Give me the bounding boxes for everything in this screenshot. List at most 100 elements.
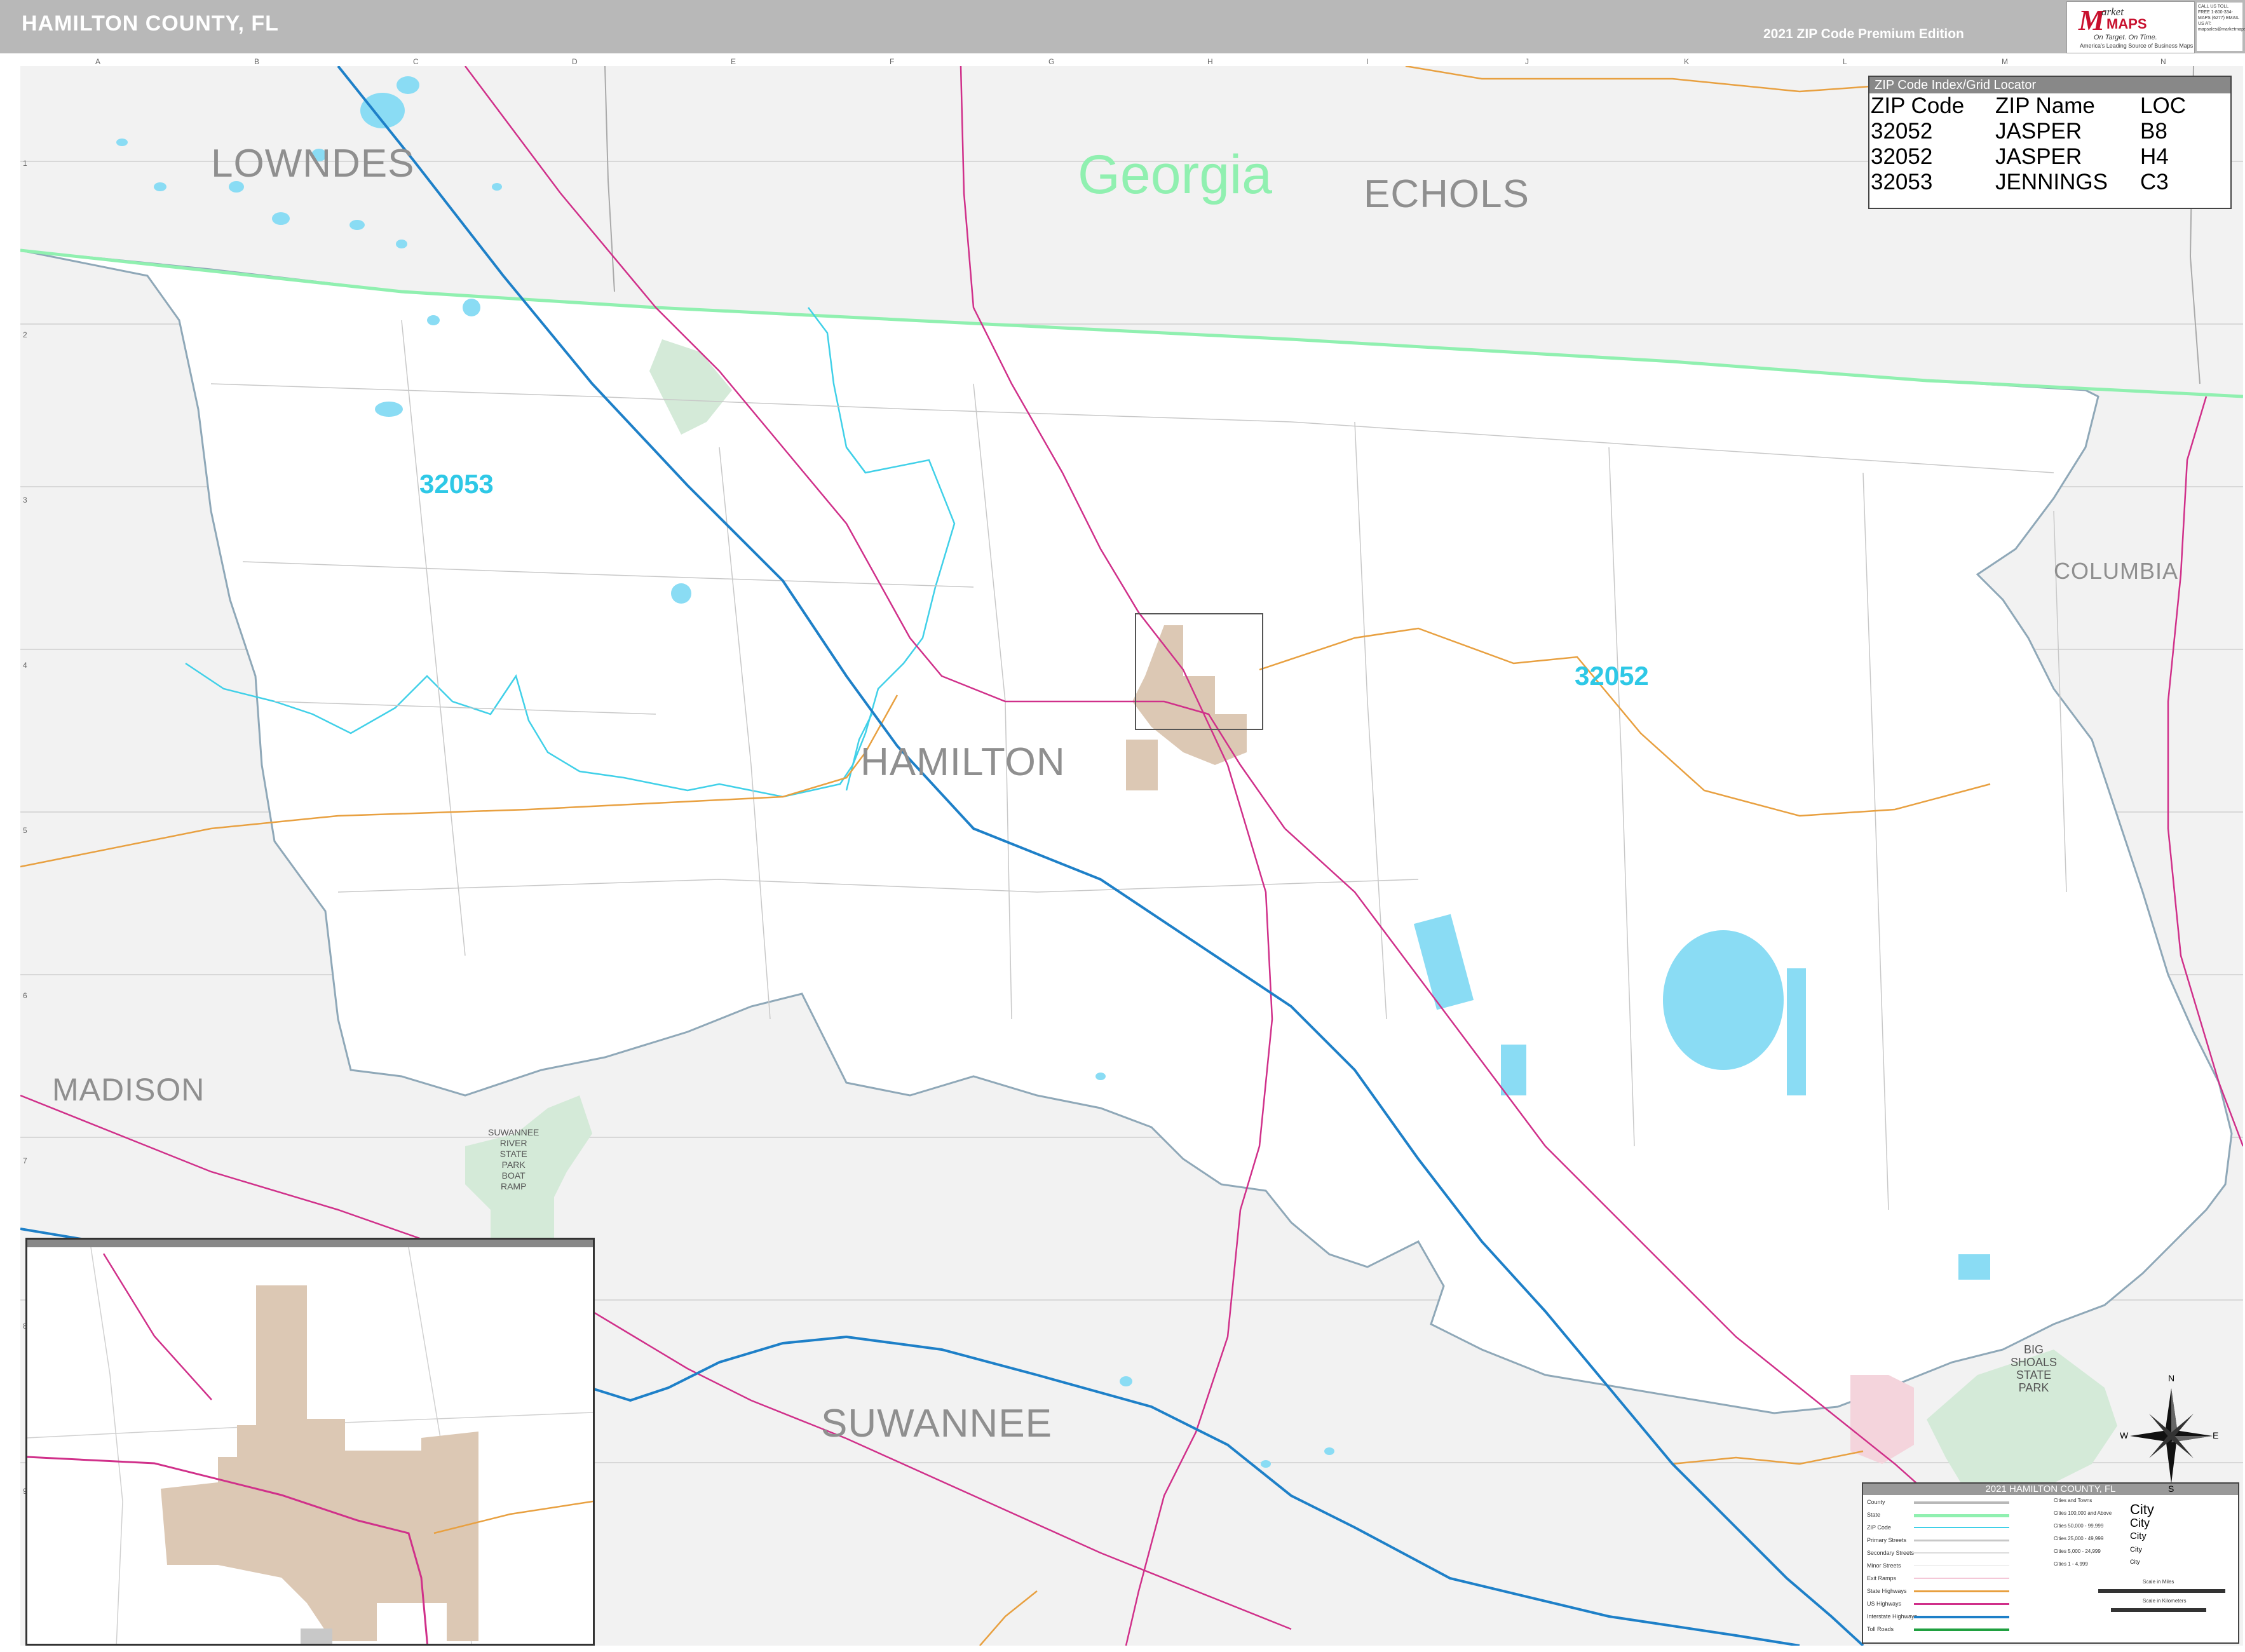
jasper-inset-map[interactable]	[25, 1238, 595, 1646]
legend-city-sample: City	[2130, 1517, 2150, 1529]
grid-col-f: F	[890, 57, 895, 66]
park-text-line: SHOALS	[2011, 1356, 2058, 1369]
zip-index-header: LOC	[2140, 93, 2186, 118]
legend-swatch-zip	[1914, 1527, 2009, 1528]
grid-col-a: A	[95, 57, 101, 66]
legend-scale-miles: Scale in Miles	[2143, 1579, 2174, 1585]
inset-svg	[27, 1247, 593, 1644]
legend-city-class: Cities 50,000 - 99,999	[2054, 1523, 2104, 1529]
market-maps-logo[interactable]: M arket MAPS On Target. On Time. America…	[2066, 1, 2195, 53]
grid-row-7: 7	[23, 1156, 27, 1165]
grid-col-g: G	[1048, 57, 1055, 66]
table-row: 32052 JASPER H4	[1871, 144, 2190, 170]
edition-label: 2021 ZIP Code Premium Edition	[1763, 27, 1964, 41]
park-text-line: SUWANNEE	[488, 1127, 539, 1137]
county-label-lowndes: LOWNDES	[211, 142, 415, 186]
zip-loc-cell: C3	[2140, 170, 2169, 194]
grid-col-m: M	[2002, 57, 2008, 66]
legend-city-sample: City	[2130, 1501, 2154, 1517]
compass-rose: N S E W	[2120, 1373, 2219, 1494]
legend-item-interstate: Interstate Highways	[1867, 1613, 1918, 1620]
legend-swatch-exit	[1914, 1578, 2009, 1579]
inset-city-area	[161, 1285, 478, 1641]
legend-city-sample: City	[2130, 1559, 2140, 1565]
legend-item-toll: Toll Roads	[1867, 1626, 1894, 1632]
zip-loc-cell: B8	[2140, 119, 2167, 144]
county-border-lowndes-echols	[604, 66, 615, 292]
legend-scale-bar-km	[2111, 1608, 2206, 1612]
legend-item-secondary: Secondary Streets	[1867, 1550, 1915, 1556]
legend-city-class: Cities 25,000 - 49,999	[2054, 1536, 2104, 1541]
park-text-line: STATE	[499, 1149, 527, 1159]
map-legend: 2021 HAMILTON COUNTY, FL County State ZI…	[1862, 1482, 2239, 1644]
zip-name-cell: JASPER	[1995, 119, 2082, 144]
zip-index-table: ZIP Code Index/Grid Locator ZIP Code ZIP…	[1868, 76, 2232, 209]
zip-name-cell: JENNINGS	[1995, 170, 2108, 194]
park-text-line: PARK	[2018, 1381, 2049, 1394]
grid-col-n: N	[2160, 57, 2166, 66]
grid-row-1: 1	[23, 159, 27, 168]
legend-swatch-minor	[1914, 1565, 2009, 1566]
zip-code-cell: 32053	[1871, 170, 1933, 194]
legend-swatch-primary	[1914, 1540, 2009, 1541]
compass-n: N	[2168, 1373, 2175, 1383]
legend-cities-heading: Cities and Towns	[2054, 1498, 2092, 1503]
zip-label-32053: 32053	[419, 469, 494, 499]
table-row: 32053 JENNINGS C3	[1871, 170, 2190, 195]
zip-name-cell: JASPER	[1995, 144, 2082, 169]
header-bar: HAMILTON COUNTY, FL 2021 ZIP Code Premiu…	[0, 0, 2245, 53]
county-label-echols: ECHOLS	[1364, 172, 1529, 216]
logo-tagline: On Target. On Time.	[2094, 34, 2157, 41]
legend-city-sample: City	[2130, 1546, 2142, 1554]
grid-col-k: K	[1684, 57, 1690, 66]
legend-swatch-state	[1914, 1514, 2009, 1517]
legend-item-state-hwy: State Highways	[1867, 1588, 1907, 1594]
legend-item-state: State	[1867, 1512, 1881, 1518]
legend-scale-km: Scale in Kilometers	[2143, 1598, 2187, 1604]
grid-row-4: 4	[23, 661, 27, 670]
park-text-line: STATE	[2016, 1369, 2052, 1381]
legend-scale-bar-miles	[2098, 1589, 2225, 1593]
legend-city-sample: City	[2130, 1531, 2147, 1541]
zip-code-cell: 32052	[1871, 119, 1933, 144]
park-text-line: BIG	[2024, 1343, 2044, 1356]
legend-swatch-county	[1914, 1501, 2009, 1504]
compass-s: S	[2168, 1484, 2174, 1494]
zip-index-caption: ZIP Code Index/Grid Locator	[1869, 77, 2230, 93]
contact-info: CALL US TOLL FREE 1-800-334-MAPS (6277) …	[2197, 3, 2245, 51]
park-text-line: RIVER	[499, 1138, 527, 1148]
zip-code-cell: 32052	[1871, 144, 1933, 169]
legend-item-county: County	[1867, 1499, 1885, 1505]
legend-item-minor: Minor Streets	[1867, 1562, 1901, 1569]
state-label-georgia: Georgia	[1078, 144, 1272, 205]
map-title: HAMILTON COUNTY, FL	[22, 11, 279, 36]
grid-col-j: J	[1525, 57, 1529, 66]
county-label-suwannee: SUWANNEE	[821, 1402, 1052, 1446]
grid-col-i: I	[1366, 57, 1369, 66]
compass-w: W	[2120, 1430, 2129, 1440]
grid-row-6: 6	[23, 991, 27, 1000]
zip-index-header: ZIP Code	[1871, 93, 1965, 118]
table-row: 32052 JASPER B8	[1871, 119, 2190, 144]
park-text-line: BOAT	[501, 1170, 526, 1181]
inset-caption-bar	[27, 1240, 593, 1247]
legend-item-exit: Exit Ramps	[1867, 1575, 1897, 1581]
park-label-big-shoals: BIG SHOALS STATE PARK	[2011, 1343, 2057, 1394]
grid-col-h: H	[1207, 57, 1213, 66]
legend-swatch-toll	[1914, 1628, 2009, 1631]
zip-index-header-row: ZIP Code ZIP Name LOC	[1871, 93, 2190, 119]
park-label-suwannee-river: SUWANNEE RIVER STATE PARK BOAT RAMP	[488, 1127, 539, 1192]
legend-item-primary: Primary Streets	[1867, 1537, 1907, 1543]
park-text-line: RAMP	[500, 1181, 527, 1191]
grid-row-2: 2	[23, 330, 27, 339]
logo-subtagline: America's Leading Source of Business Map…	[2080, 43, 2194, 49]
legend-swatch-us-hwy	[1914, 1603, 2009, 1605]
zip-index-header: ZIP Name	[1995, 93, 2095, 118]
legend-swatch-interstate	[1914, 1616, 2009, 1618]
legend-swatch-state-hwy	[1914, 1590, 2009, 1592]
legend-item-us-hwy: US Highways	[1867, 1601, 1902, 1607]
county-label-hamilton: HAMILTON	[860, 740, 1066, 784]
grid-row-3: 3	[23, 496, 27, 504]
grid-col-e: E	[731, 57, 736, 66]
legend-city-class: Cities 5,000 - 24,999	[2054, 1548, 2101, 1554]
